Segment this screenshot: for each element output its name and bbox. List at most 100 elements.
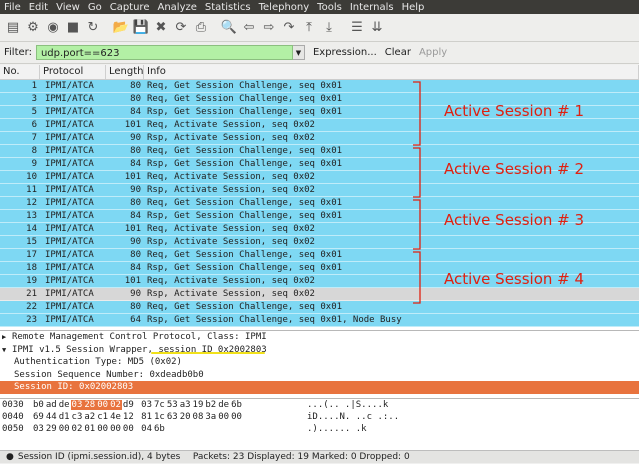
packet-cell-info: Rsp, Get Session Challenge, seq 0x01, No… — [147, 315, 402, 325]
menu-telephony[interactable]: Telephony — [255, 2, 314, 13]
hex-byte[interactable]: 00 — [122, 424, 135, 434]
hex-byte[interactable]: 00 — [58, 424, 71, 434]
hex-byte[interactable]: d9 — [122, 400, 135, 410]
hex-byte[interactable]: 03 — [70, 400, 84, 410]
hex-byte[interactable]: 4e — [109, 412, 122, 422]
hex-byte[interactable]: 28 — [83, 400, 97, 410]
restart-capture-icon[interactable]: ↻ — [84, 19, 102, 37]
packet-row[interactable]: 21 IPMI/ATCA 90 Rsp, Activate Session, seq … — [0, 288, 639, 301]
menu-go[interactable]: Go — [84, 2, 106, 13]
tree-node-rmcp[interactable]: ▶ Remote Management Control Protocol, Cla… — [0, 331, 639, 344]
hex-byte[interactable]: 19 — [192, 400, 205, 410]
menu-edit[interactable]: Edit — [25, 2, 52, 13]
packet-row[interactable]: 12 IPMI/ATCA 80 Req, Get Session Challenge,… — [0, 197, 639, 210]
hex-byte[interactable]: 01 — [83, 424, 96, 434]
menu-help[interactable]: Help — [398, 2, 429, 13]
tree-node-ipmi[interactable]: ▼ IPMI v1.5 Session Wrapper, session ID 0… — [0, 344, 639, 357]
hex-byte[interactable]: de — [217, 400, 230, 410]
go-to-packet-icon[interactable]: ↷ — [280, 19, 298, 37]
hex-byte[interactable]: 00 — [96, 400, 110, 410]
column-header-info[interactable]: Info — [144, 65, 639, 79]
filter-dropdown-button[interactable]: ▼ — [292, 45, 305, 60]
column-header-no[interactable]: No. — [0, 65, 40, 79]
hex-byte[interactable]: 3a — [204, 412, 217, 422]
menu-internals[interactable]: Internals — [346, 2, 398, 13]
hex-byte[interactable]: 69 — [32, 412, 45, 422]
packet-row[interactable]: 22 IPMI/ATCA 80 Req, Get Session Challenge,… — [0, 301, 639, 314]
hex-byte[interactable]: 20 — [179, 412, 192, 422]
hex-byte[interactable]: 12 — [122, 412, 135, 422]
hex-byte[interactable]: d1 — [58, 412, 71, 422]
go-back-icon[interactable]: ⇦ — [240, 19, 258, 37]
collapse-arrow-icon[interactable]: ▼ — [2, 344, 12, 357]
menu-statistics[interactable]: Statistics — [201, 2, 255, 13]
hex-byte[interactable]: 04 — [140, 424, 153, 434]
menu-tools[interactable]: Tools — [313, 2, 346, 13]
print-icon[interactable]: ⎙ — [192, 19, 210, 37]
packet-row[interactable]: 8 IPMI/ATCA 80 Req, Get Session Challenge, … — [0, 145, 639, 158]
find-packet-icon[interactable]: 🔍 — [220, 19, 238, 37]
expand-arrow-icon[interactable]: ▶ — [2, 331, 12, 344]
hex-byte[interactable]: 00 — [96, 424, 109, 434]
tree-field-auth-type[interactable]: Authentication Type: MD5 (0x02) — [0, 356, 639, 369]
hex-byte[interactable]: c1 — [96, 412, 109, 422]
hex-byte[interactable]: a2 — [83, 412, 96, 422]
hex-byte[interactable]: b0 — [32, 400, 45, 410]
expression-button[interactable]: Expression... — [313, 47, 377, 58]
menu-file[interactable]: File — [0, 2, 25, 13]
display-filter-input[interactable]: udp.port==623 — [35, 45, 293, 60]
interface-list-icon[interactable]: ▤ — [4, 19, 22, 37]
clear-button[interactable]: Clear — [385, 47, 411, 58]
packet-row[interactable]: 15 IPMI/ATCA 90 Rsp, Activate Session, seq … — [0, 236, 639, 249]
hex-byte[interactable]: 6b — [230, 400, 243, 410]
hex-byte[interactable]: 53 — [166, 400, 179, 410]
go-last-icon[interactable]: ⤓ — [320, 19, 338, 37]
open-file-icon[interactable]: 📂 — [112, 19, 130, 37]
hex-byte[interactable]: 00 — [109, 424, 122, 434]
capture-options-icon[interactable]: ⚙ — [24, 19, 42, 37]
packet-row[interactable]: 7 IPMI/ATCA 90 Rsp, Activate Session, seq 0… — [0, 132, 639, 145]
hex-byte[interactable]: 6b — [153, 424, 166, 434]
tree-field-seq-number[interactable]: Session Sequence Number: 0xdeadb0b0 — [0, 369, 639, 382]
hex-byte[interactable]: 03 — [32, 424, 45, 434]
start-capture-icon[interactable]: ◉ — [44, 19, 62, 37]
hex-byte[interactable]: 03 — [140, 400, 153, 410]
go-first-icon[interactable]: ⤒ — [300, 19, 318, 37]
column-header-protocol[interactable]: Protocol — [40, 65, 106, 79]
autoscroll-icon[interactable]: ⇊ — [368, 19, 386, 37]
hex-byte[interactable]: b2 — [204, 400, 217, 410]
save-file-icon[interactable]: 💾 — [132, 19, 150, 37]
hex-byte[interactable]: de — [58, 400, 71, 410]
apply-button[interactable]: Apply — [419, 47, 447, 58]
hex-byte[interactable]: 08 — [192, 412, 205, 422]
menu-analyze[interactable]: Analyze — [153, 2, 200, 13]
hex-byte[interactable]: 02 — [109, 400, 122, 410]
hex-byte[interactable]: 00 — [217, 412, 230, 422]
hex-byte[interactable]: 02 — [71, 424, 84, 434]
stop-capture-icon[interactable]: ■ — [64, 19, 82, 37]
hex-byte[interactable]: c3 — [71, 412, 84, 422]
packet-row[interactable]: 6 IPMI/ATCA 101 Req, Activate Session, seq … — [0, 119, 639, 132]
hex-byte[interactable]: 63 — [166, 412, 179, 422]
close-file-icon[interactable]: ✖ — [152, 19, 170, 37]
hex-byte[interactable]: 44 — [45, 412, 58, 422]
menu-view[interactable]: View — [52, 2, 84, 13]
tree-field-session-id[interactable]: Session ID: 0x02002803 — [0, 381, 639, 394]
packet-row[interactable]: 17 IPMI/ATCA 80 Req, Get Session Challenge,… — [0, 249, 639, 262]
hex-byte[interactable]: 1c — [153, 412, 166, 422]
reload-icon[interactable]: ⟳ — [172, 19, 190, 37]
packet-row[interactable]: 1 IPMI/ATCA 80 Req, Get Session Challenge, … — [0, 80, 639, 93]
hex-byte[interactable]: a3 — [179, 400, 192, 410]
column-header-length[interactable]: Length — [106, 65, 144, 79]
colorize-icon[interactable]: ☰ — [348, 19, 366, 37]
hex-byte[interactable]: 81 — [140, 412, 153, 422]
hex-byte[interactable]: 7c — [153, 400, 166, 410]
menu-capture[interactable]: Capture — [106, 2, 154, 13]
packet-row[interactable]: 11 IPMI/ATCA 90 Rsp, Activate Session, seq … — [0, 184, 639, 197]
go-forward-icon[interactable]: ⇨ — [260, 19, 278, 37]
hex-byte[interactable]: 29 — [45, 424, 58, 434]
hex-byte[interactable]: 00 — [230, 412, 243, 422]
hex-byte[interactable]: ad — [45, 400, 58, 410]
packet-row[interactable]: 23 IPMI/ATCA 64 Rsp, Get Session Challenge,… — [0, 314, 639, 327]
status-bar: ● Session ID (ipmi.session.id), 4 bytes … — [0, 450, 639, 463]
